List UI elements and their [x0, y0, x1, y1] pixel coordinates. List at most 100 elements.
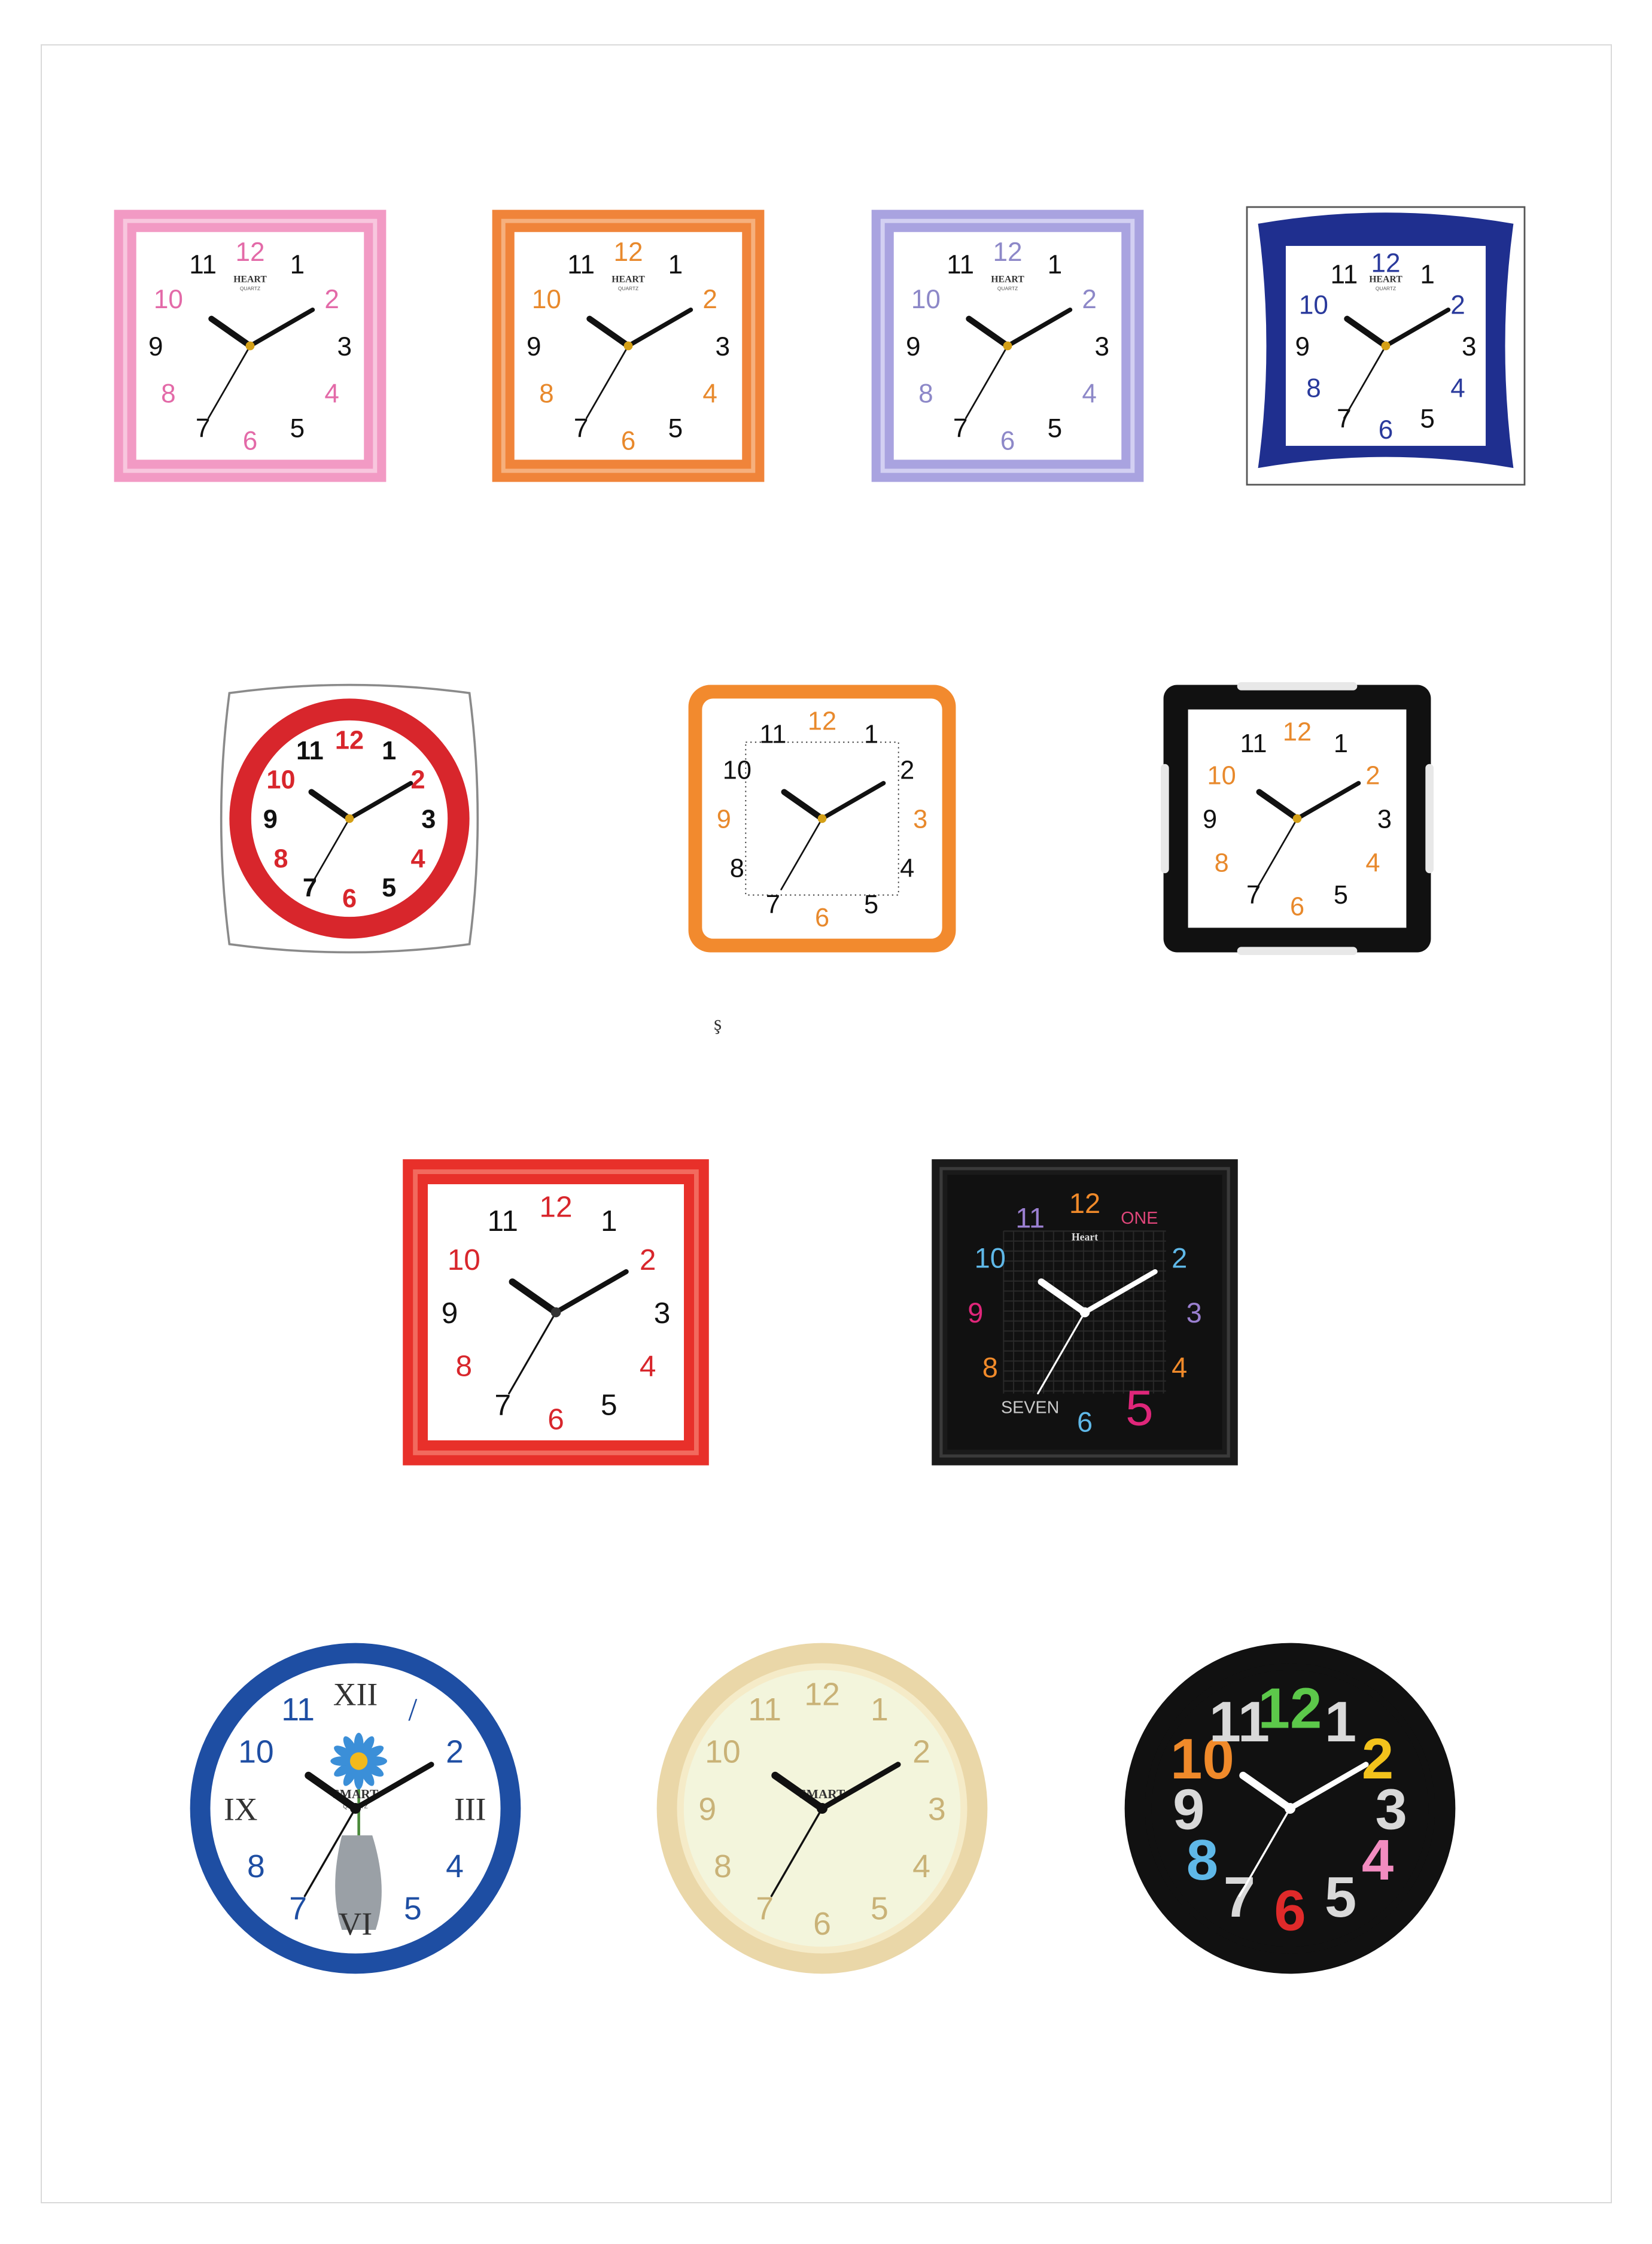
frame-highlight-top: [1237, 682, 1358, 691]
wall-clock-lavender-square: HEARTQUARTZ12 1234567891011: [871, 209, 1144, 482]
numeral-11: 11: [748, 1692, 781, 1728]
numeral-4: 4: [1450, 373, 1465, 403]
numeral-2: 2: [1365, 762, 1380, 790]
numeral-9: 9: [148, 332, 163, 361]
numeral-3: 3: [337, 332, 352, 361]
numeral-12: 12: [1283, 718, 1312, 747]
hand-hub: [245, 341, 255, 351]
numeral-11: 11: [1331, 260, 1358, 289]
numeral-5: 5: [1325, 1865, 1356, 1929]
numeral-11: 11: [189, 250, 217, 279]
brand-sublabel: QUARTZ: [618, 285, 638, 291]
numeral-12: 12: [808, 707, 836, 735]
numeral-1: 1: [1325, 1690, 1356, 1754]
numeral-12: 12: [993, 238, 1022, 267]
numeral-6: 6: [243, 427, 258, 456]
numeral-10: 10: [1299, 290, 1328, 320]
numeral-10: 10: [705, 1734, 741, 1769]
numeral-1: 1: [382, 737, 396, 765]
numeral-10: 10: [448, 1243, 480, 1276]
numeral-8: 8: [918, 379, 933, 409]
numeral-10: 10: [532, 285, 561, 314]
numeral-8: 8: [730, 855, 744, 883]
numeral-1: 1: [864, 720, 878, 749]
numeral-4: 4: [1172, 1351, 1187, 1383]
numeral-8: 8: [273, 845, 288, 874]
numeral-3: 3: [1186, 1297, 1202, 1328]
numeral-12: XII: [333, 1677, 378, 1713]
wall-clock-pink-square: HEARTQUARTZ12 1234567891011: [114, 209, 387, 482]
numeral-8: 8: [1215, 849, 1229, 878]
numeral-8: 8: [247, 1848, 265, 1884]
numeral-2: 2: [446, 1734, 464, 1769]
wall-clock-black-round-colorful: 12 1234567891011: [1124, 1643, 1456, 1974]
numeral-3: 3: [1095, 332, 1110, 361]
numeral-11: 11: [759, 720, 786, 749]
hand-hub: [1079, 1307, 1090, 1318]
numeral-8: 8: [982, 1351, 998, 1383]
numeral-6: VI: [339, 1906, 373, 1942]
numeral-10: 10: [154, 285, 183, 314]
wall-clock-black-square-colorful: Heart 12 ONE 2 3 456 SEVEN8 9 10 11: [932, 1159, 1238, 1465]
numeral-11: 11: [1015, 1202, 1045, 1234]
numeral-1: /: [408, 1692, 417, 1728]
hand-hub: [623, 341, 633, 351]
numeral-9: 9: [968, 1297, 983, 1328]
numeral-9: 9: [527, 332, 541, 361]
numeral-3: 3: [1377, 805, 1392, 834]
numeral-5: 5: [382, 874, 396, 902]
numeral-4: 4: [702, 379, 717, 409]
numeral-6: 6: [1077, 1406, 1093, 1438]
numeral-2: 2: [912, 1734, 930, 1769]
numeral-9: 9: [1203, 805, 1217, 834]
numeral-9: 9: [698, 1791, 716, 1827]
numeral-2: 2: [900, 756, 914, 785]
numeral-8: 8: [161, 379, 176, 409]
numeral-10: 10: [911, 285, 941, 314]
numeral-8: 8: [456, 1349, 473, 1383]
numeral-2: 2: [1172, 1242, 1187, 1274]
numeral-7: 7: [766, 890, 780, 919]
numeral-4: 4: [640, 1349, 656, 1383]
numeral-10: 10: [238, 1734, 274, 1769]
numeral-12: 12: [235, 238, 264, 267]
numeral-4: 4: [1365, 849, 1380, 878]
hand-hub: [1292, 814, 1302, 823]
brand-sublabel: QUARTZ: [1376, 285, 1396, 291]
numeral-8: 8: [714, 1848, 732, 1884]
brand-label: Heart: [1072, 1231, 1098, 1243]
numeral-5: 5: [290, 413, 305, 443]
numeral-1: 1: [1420, 260, 1435, 289]
wall-clock-orange-rounded-ticks: 12 12 3 45 6 78 9 1011: [688, 685, 956, 953]
numeral-1: 1: [871, 1692, 889, 1728]
numeral-4: 4: [1082, 379, 1097, 409]
numeral-5: 5: [601, 1388, 617, 1422]
numeral-2: 2: [1082, 285, 1097, 314]
numeral-6: 6: [1000, 427, 1015, 456]
numeral-2: 2: [410, 765, 425, 794]
hand-hub: [345, 814, 354, 823]
numeral-9: 9: [442, 1296, 458, 1330]
wall-clock-navy-wavy: HEARTQUARTZ12 1234567891011: [1246, 206, 1526, 486]
frame-highlight-right: [1425, 764, 1434, 874]
hand-hub: [1284, 1802, 1296, 1814]
wall-clock-cream-round: SMART12 1234567891011: [656, 1643, 988, 1974]
numeral-1: 1: [290, 250, 305, 279]
numeral-1: 1: [1334, 729, 1348, 758]
brand-sublabel: QUARTZ: [240, 285, 260, 291]
numeral-3: 3: [421, 805, 436, 834]
numeral-12: 12: [1069, 1187, 1100, 1219]
numeral-12: 12: [539, 1190, 572, 1223]
numeral-11: 11: [567, 250, 595, 279]
numeral-6: 6: [1379, 415, 1394, 445]
numeral-9: 9: [906, 332, 921, 361]
numeral-6: 6: [621, 427, 636, 456]
numeral-1: 1: [668, 250, 683, 279]
brand-label: HEART: [611, 274, 645, 284]
numeral-9: 9: [717, 805, 731, 834]
hand-hub: [1381, 341, 1391, 351]
frame-highlight-bottom: [1237, 947, 1358, 955]
numeral-6: 6: [1290, 893, 1304, 922]
brand-sublabel: QUARTZ: [997, 285, 1018, 291]
numeral-12: 12: [613, 238, 643, 267]
